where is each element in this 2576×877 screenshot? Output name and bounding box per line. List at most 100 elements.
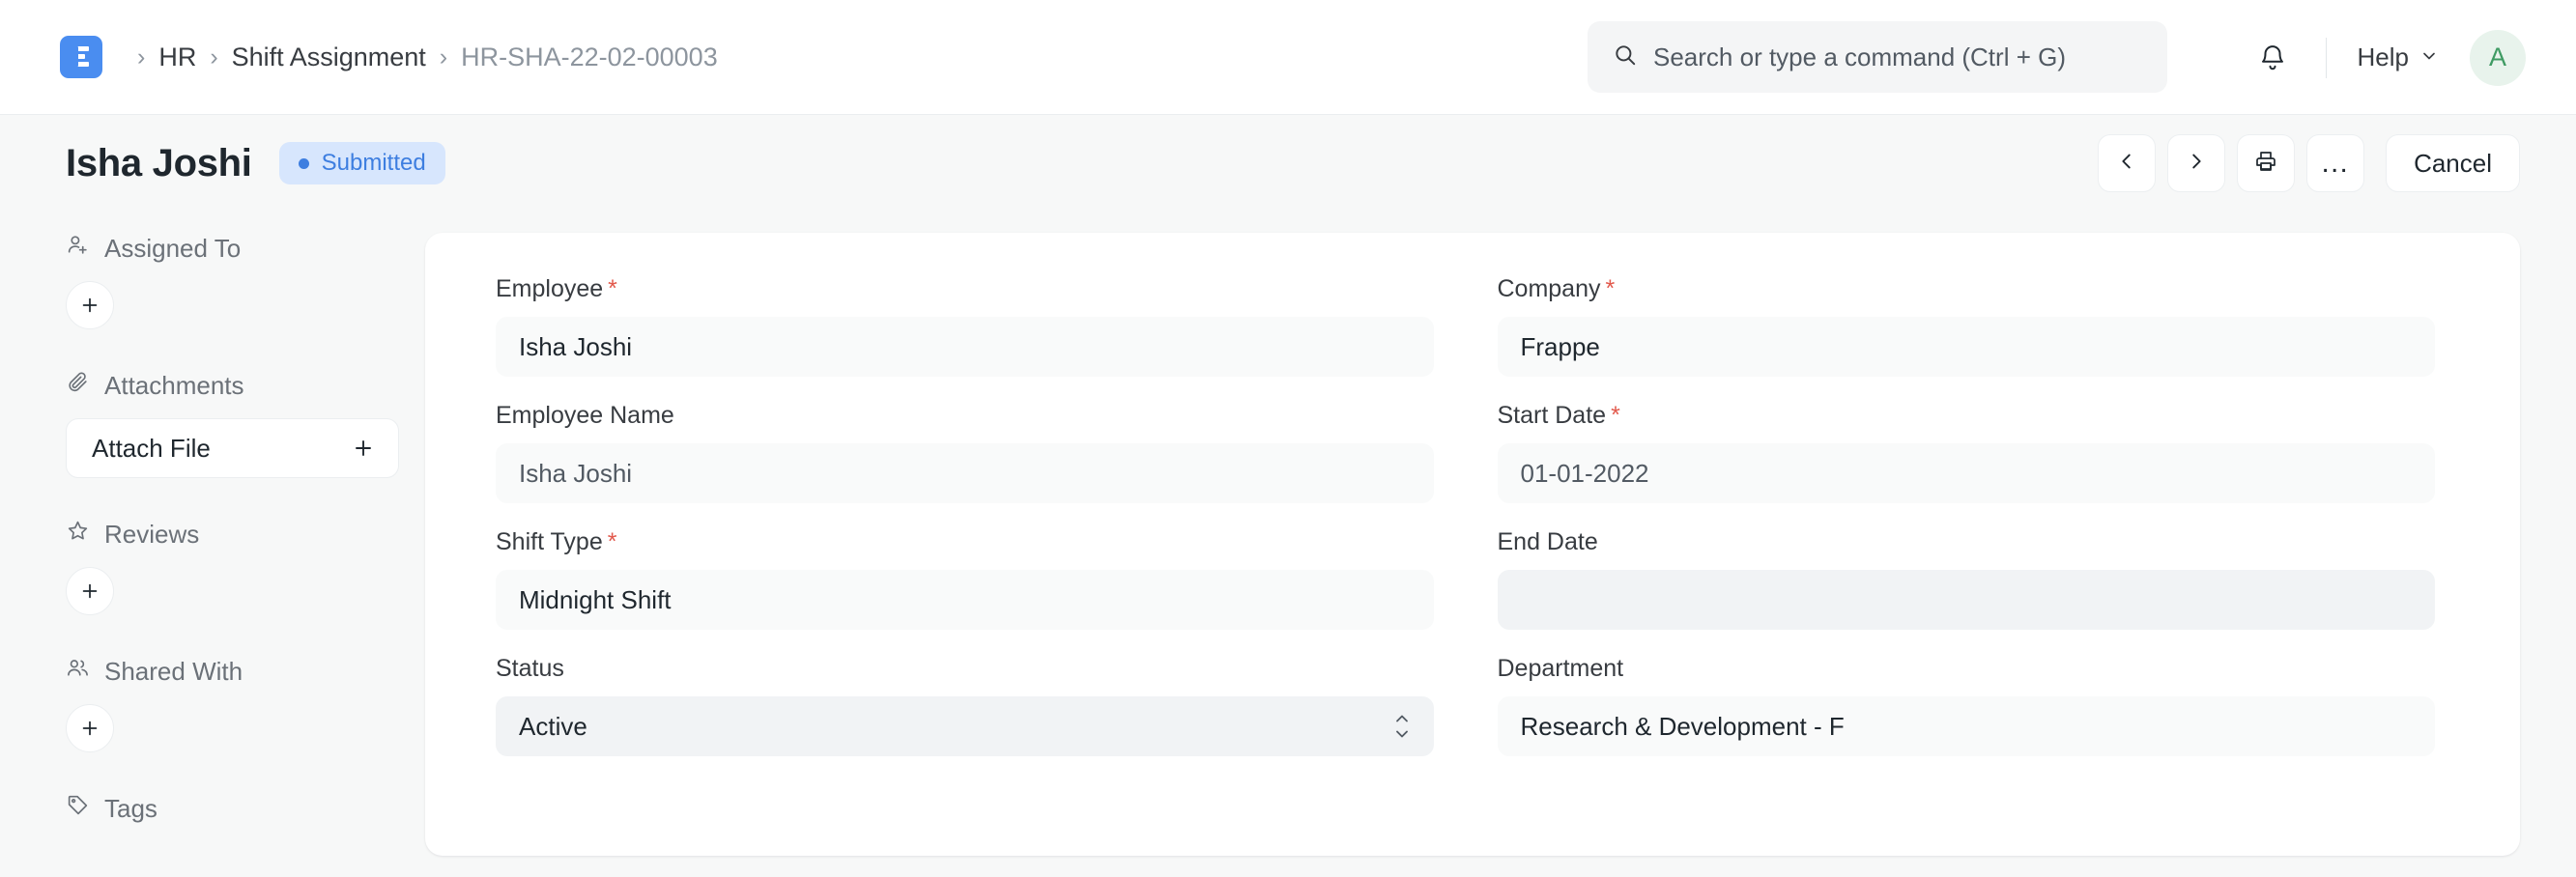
ellipsis-icon: …: [2320, 157, 2351, 169]
field-status: Status Active: [496, 655, 1434, 756]
breadcrumb-separator: ›: [440, 45, 447, 70]
printer-icon: [2254, 150, 2277, 178]
sidebar-heading-reviews: Reviews: [66, 519, 425, 550]
select-chevrons-icon: [1393, 715, 1411, 739]
status-select[interactable]: Active: [496, 696, 1434, 756]
field-label-text: Employee: [496, 275, 603, 302]
help-label: Help: [2358, 42, 2409, 72]
field-value: Frappe: [1521, 332, 1600, 362]
attach-file-label: Attach File: [92, 434, 211, 464]
plus-icon: [352, 437, 375, 460]
required-indicator: *: [1606, 275, 1616, 302]
bell-icon[interactable]: [2245, 30, 2301, 86]
sidebar-label: Assigned To: [104, 234, 241, 264]
add-share-button[interactable]: [66, 704, 114, 752]
field-label: End Date: [1498, 528, 2436, 556]
sidebar-label: Reviews: [104, 520, 199, 550]
breadcrumb-separator: ›: [210, 45, 217, 70]
paperclip-icon: [66, 370, 90, 401]
tag-icon: [66, 793, 90, 824]
attach-file-button[interactable]: Attach File: [66, 418, 399, 478]
field-shift-type: Shift Type* Midnight Shift: [496, 528, 1434, 630]
avatar[interactable]: A: [2470, 30, 2526, 86]
sidebar-section-shared-with: Shared With: [66, 656, 425, 752]
navbar-divider: [2326, 38, 2327, 78]
add-assignment-button[interactable]: [66, 281, 114, 329]
sidebar-heading-tags: Tags: [66, 793, 425, 824]
field-value: Active: [519, 712, 587, 742]
field-value: Midnight Shift: [519, 585, 672, 615]
shift-type-input[interactable]: Midnight Shift: [496, 570, 1434, 630]
page-header-actions: … Cancel: [2098, 115, 2520, 212]
start-date-input[interactable]: 01-01-2022: [1498, 443, 2436, 503]
field-employee: Employee* Isha Joshi: [496, 275, 1434, 377]
status-badge: Submitted: [279, 142, 445, 184]
field-department: Department Research & Development - F: [1498, 655, 2436, 756]
field-label-text: Shift Type: [496, 528, 603, 555]
status-label: Submitted: [322, 150, 426, 177]
field-value: 01-01-2022: [1521, 459, 1649, 489]
field-employee-name: Employee Name Isha Joshi: [496, 402, 1434, 503]
department-input[interactable]: Research & Development - F: [1498, 696, 2436, 756]
field-label-text: Start Date: [1498, 402, 1607, 429]
breadcrumb-separator: ›: [137, 45, 145, 70]
employee-name-input[interactable]: Isha Joshi: [496, 443, 1434, 503]
chevron-left-icon: [2116, 151, 2137, 177]
field-label: Shift Type*: [496, 528, 1434, 556]
search-input[interactable]: [1653, 42, 2142, 72]
sidebar-section-assigned-to: Assigned To: [66, 233, 425, 329]
star-icon: [66, 519, 90, 550]
field-label: Status: [496, 655, 1434, 683]
prev-document-button[interactable]: [2098, 134, 2156, 192]
sidebar-section-tags: Tags: [66, 793, 425, 824]
avatar-initial: A: [2489, 42, 2506, 72]
field-label: Department: [1498, 655, 2436, 683]
field-value: Isha Joshi: [519, 459, 632, 489]
form-sidebar: Assigned To Attachments Attach File: [0, 212, 425, 877]
breadcrumb-item-hr[interactable]: HR: [158, 42, 196, 72]
form-card: Employee* Isha Joshi Employee Name Isha …: [425, 233, 2520, 856]
company-input[interactable]: Frappe: [1498, 317, 2436, 377]
form-column-right: Company* Frappe Start Date* 01-01-2022 E…: [1466, 275, 2468, 856]
field-end-date: End Date: [1498, 528, 2436, 630]
required-indicator: *: [1611, 402, 1620, 429]
page-body: Assigned To Attachments Attach File: [0, 212, 2576, 877]
more-options-button[interactable]: …: [2306, 134, 2364, 192]
add-review-button[interactable]: [66, 567, 114, 615]
cancel-button[interactable]: Cancel: [2386, 134, 2520, 192]
breadcrumb-item-shift-assignment[interactable]: Shift Assignment: [232, 42, 426, 72]
required-indicator: *: [608, 275, 617, 302]
users-icon: [66, 656, 90, 687]
chevron-down-icon: [2419, 42, 2439, 72]
next-document-button[interactable]: [2167, 134, 2225, 192]
field-label: Employee*: [496, 275, 1434, 303]
status-dot-icon: [299, 158, 309, 169]
sidebar-heading-attachments: Attachments: [66, 370, 425, 401]
sidebar-heading-shared-with: Shared With: [66, 656, 425, 687]
global-search[interactable]: [1588, 21, 2167, 93]
sidebar-section-attachments: Attachments Attach File: [66, 370, 425, 478]
chevron-right-icon: [2186, 151, 2207, 177]
erpnext-logo-icon[interactable]: [60, 36, 102, 78]
field-label: Employee Name: [496, 402, 1434, 430]
sidebar-label: Attachments: [104, 371, 244, 401]
sidebar-label: Shared With: [104, 657, 243, 687]
sidebar-label: Tags: [104, 794, 157, 824]
required-indicator: *: [608, 528, 617, 555]
sidebar-section-reviews: Reviews: [66, 519, 425, 615]
help-menu[interactable]: Help: [2352, 35, 2445, 80]
end-date-input[interactable]: [1498, 570, 2436, 630]
navbar-right-controls: Help A: [2245, 0, 2526, 115]
user-plus-icon: [66, 233, 90, 264]
field-label: Start Date*: [1498, 402, 2436, 430]
page-title: Isha Joshi: [66, 142, 252, 185]
breadcrumb-item-current: HR-SHA-22-02-00003: [461, 42, 718, 72]
field-start-date: Start Date* 01-01-2022: [1498, 402, 2436, 503]
page-header: Isha Joshi Submitted: [0, 115, 2576, 212]
form-column-left: Employee* Isha Joshi Employee Name Isha …: [464, 275, 1466, 856]
field-value: Isha Joshi: [519, 332, 632, 362]
field-label-text: Company: [1498, 275, 1601, 302]
employee-input[interactable]: Isha Joshi: [496, 317, 1434, 377]
print-button[interactable]: [2237, 134, 2295, 192]
search-icon: [1613, 42, 1638, 72]
